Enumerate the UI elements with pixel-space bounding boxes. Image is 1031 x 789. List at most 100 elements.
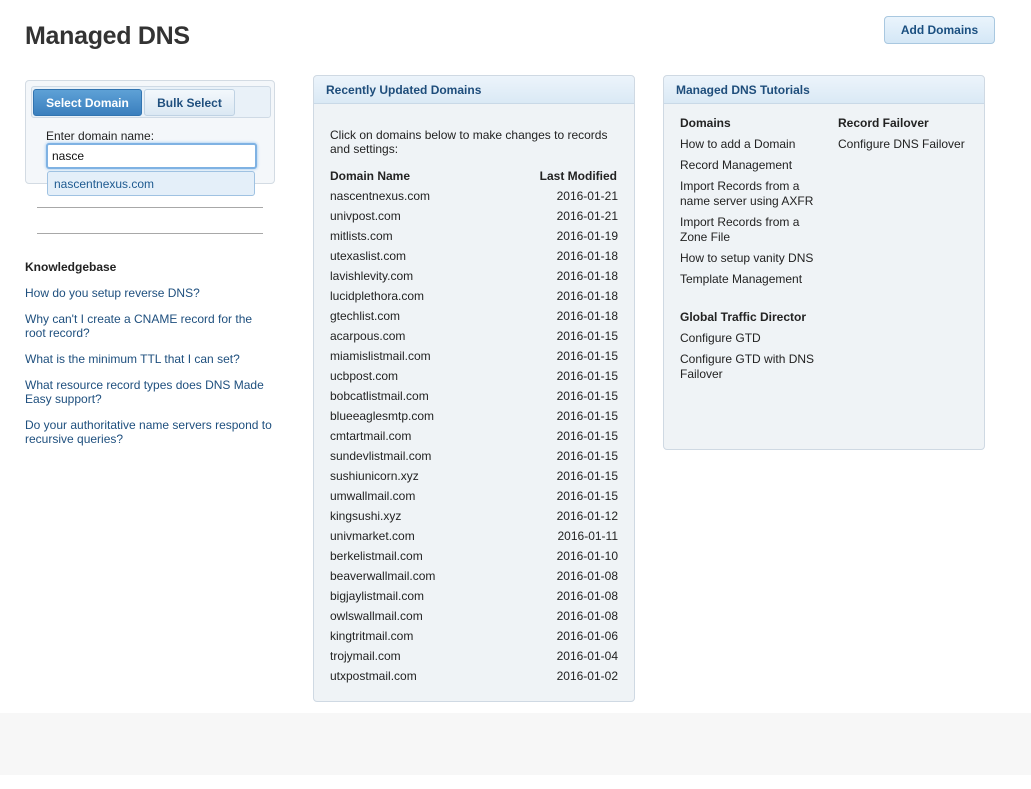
domain-row[interactable]: owlswallmail.com 2016-01-08 [330, 609, 618, 629]
tutorials-gtd-heading: Global Traffic Director [680, 310, 807, 324]
select-domain-panel: Select Domain Bulk Select Enter domain n… [25, 80, 275, 184]
domain-row[interactable]: trojymail.com 2016-01-04 [330, 649, 618, 669]
recently-updated-panel: Recently Updated Domains Click on domain… [313, 75, 635, 702]
last-modified-date: 2016-01-15 [556, 489, 618, 503]
domain-row[interactable]: utxpostmail.com 2016-01-02 [330, 669, 618, 689]
last-modified-date: 2016-01-08 [556, 609, 618, 623]
domain-link[interactable]: univmarket.com [330, 529, 415, 543]
domain-row[interactable]: sushiunicorn.xyz 2016-01-15 [330, 469, 618, 489]
domain-row[interactable]: kingsushi.xyz 2016-01-12 [330, 509, 618, 529]
domain-row[interactable]: nascentnexus.com 2016-01-21 [330, 189, 618, 209]
last-modified-date: 2016-01-15 [556, 449, 618, 463]
domain-link[interactable]: mitlists.com [330, 229, 393, 243]
kb-link-reverse-dns[interactable]: How do you setup reverse DNS? [25, 286, 280, 300]
tutorial-link[interactable]: Template Management [680, 272, 820, 287]
last-modified-date: 2016-01-15 [556, 409, 618, 423]
last-modified-date: 2016-01-15 [556, 389, 618, 403]
domain-row[interactable]: berkelistmail.com 2016-01-10 [330, 549, 618, 569]
domain-row[interactable]: beaverwallmail.com 2016-01-08 [330, 569, 618, 589]
last-modified-date: 2016-01-10 [556, 549, 618, 563]
domain-link[interactable]: miamislistmail.com [330, 349, 431, 363]
footer [0, 713, 1031, 775]
domain-link[interactable]: beaverwallmail.com [330, 569, 435, 583]
domain-link[interactable]: cmtartmail.com [330, 429, 411, 443]
domain-link[interactable]: gtechlist.com [330, 309, 400, 323]
domain-link[interactable]: sundevlistmail.com [330, 449, 431, 463]
domain-link[interactable]: kingtritmail.com [330, 629, 413, 643]
last-modified-date: 2016-01-19 [556, 229, 618, 243]
last-modified-date: 2016-01-04 [556, 649, 618, 663]
tutorial-link[interactable]: Configure DNS Failover [838, 137, 978, 152]
kb-link-minimum-ttl[interactable]: What is the minimum TTL that I can set? [25, 352, 280, 366]
last-modified-date: 2016-01-06 [556, 629, 618, 643]
tab-bulk-select[interactable]: Bulk Select [144, 89, 235, 116]
domain-row[interactable]: ucbpost.com 2016-01-15 [330, 369, 618, 389]
domain-row[interactable]: miamislistmail.com 2016-01-15 [330, 349, 618, 369]
domain-row[interactable]: gtechlist.com 2016-01-18 [330, 309, 618, 329]
domain-link[interactable]: nascentnexus.com [330, 189, 430, 203]
tutorials-failover-heading: Record Failover [838, 116, 929, 130]
tutorial-link[interactable]: Configure GTD with DNS Failover [680, 352, 820, 382]
domain-row[interactable]: acarpous.com 2016-01-15 [330, 329, 618, 349]
last-modified-date: 2016-01-08 [556, 589, 618, 603]
domain-link[interactable]: acarpous.com [330, 329, 405, 343]
last-modified-date: 2016-01-12 [556, 509, 618, 523]
domain-link[interactable]: ucbpost.com [330, 369, 398, 383]
domain-row[interactable]: kingtritmail.com 2016-01-06 [330, 629, 618, 649]
last-modified-date: 2016-01-15 [556, 469, 618, 483]
divider [37, 233, 263, 234]
domain-link[interactable]: blueeaglesmtp.com [330, 409, 434, 423]
tutorial-link[interactable]: How to setup vanity DNS [680, 251, 820, 266]
tab-select-domain[interactable]: Select Domain [33, 89, 142, 116]
domain-link[interactable]: kingsushi.xyz [330, 509, 401, 523]
tutorial-link[interactable]: Import Records from a name server using … [680, 179, 820, 209]
domain-row[interactable]: sundevlistmail.com 2016-01-15 [330, 449, 618, 469]
last-modified-date: 2016-01-18 [556, 249, 618, 263]
domain-link[interactable]: umwallmail.com [330, 489, 415, 503]
kb-link-record-types[interactable]: What resource record types does DNS Made… [25, 378, 275, 406]
column-last-modified: Last Modified [539, 169, 617, 183]
domain-row[interactable]: cmtartmail.com 2016-01-15 [330, 429, 618, 449]
recently-updated-intro: Click on domains below to make changes t… [330, 128, 608, 156]
domain-link[interactable]: sushiunicorn.xyz [330, 469, 419, 483]
tutorial-link[interactable]: Record Management [680, 158, 820, 173]
tutorials-panel: Managed DNS Tutorials Domains How to add… [663, 75, 985, 450]
domain-row[interactable]: utexaslist.com 2016-01-18 [330, 249, 618, 269]
domain-row[interactable]: umwallmail.com 2016-01-15 [330, 489, 618, 509]
domain-row[interactable]: lucidplethora.com 2016-01-18 [330, 289, 618, 309]
domain-link[interactable]: lucidplethora.com [330, 289, 424, 303]
domain-link[interactable]: owlswallmail.com [330, 609, 423, 623]
domain-row[interactable]: univmarket.com 2016-01-11 [330, 529, 618, 549]
tutorials-domains-column: Domains How to add a Domain Record Manag… [680, 116, 820, 388]
domain-row[interactable]: univpost.com 2016-01-21 [330, 209, 618, 229]
column-domain-name: Domain Name [330, 169, 411, 183]
add-domains-button[interactable]: Add Domains [884, 16, 995, 44]
recently-updated-title: Recently Updated Domains [314, 76, 634, 104]
domain-link[interactable]: univpost.com [330, 209, 401, 223]
autocomplete-suggestion[interactable]: nascentnexus.com [47, 171, 255, 196]
knowledgebase-title: Knowledgebase [25, 260, 117, 274]
domain-link[interactable]: lavishlevity.com [330, 269, 413, 283]
domain-row[interactable]: blueeaglesmtp.com 2016-01-15 [330, 409, 618, 429]
domain-link[interactable]: bobcatlistmail.com [330, 389, 429, 403]
domain-link[interactable]: trojymail.com [330, 649, 401, 663]
domain-row[interactable]: mitlists.com 2016-01-19 [330, 229, 618, 249]
last-modified-date: 2016-01-21 [556, 189, 618, 203]
domain-link[interactable]: bigjaylistmail.com [330, 589, 424, 603]
domain-link[interactable]: utxpostmail.com [330, 669, 417, 683]
last-modified-date: 2016-01-15 [556, 329, 618, 343]
domain-row[interactable]: bigjaylistmail.com 2016-01-08 [330, 589, 618, 609]
divider [37, 207, 263, 208]
domain-row[interactable]: lavishlevity.com 2016-01-18 [330, 269, 618, 289]
tutorial-link[interactable]: Import Records from a Zone File [680, 215, 820, 245]
last-modified-date: 2016-01-02 [556, 669, 618, 683]
domain-row[interactable]: bobcatlistmail.com 2016-01-15 [330, 389, 618, 409]
select-tabs: Select Domain Bulk Select [31, 86, 271, 118]
tutorial-link[interactable]: How to add a Domain [680, 137, 820, 152]
kb-link-recursive-queries[interactable]: Do your authoritative name servers respo… [25, 418, 280, 446]
domain-link[interactable]: utexaslist.com [330, 249, 406, 263]
tutorial-link[interactable]: Configure GTD [680, 331, 820, 346]
kb-link-cname-root[interactable]: Why can't I create a CNAME record for th… [25, 312, 265, 340]
domain-name-input[interactable] [46, 143, 257, 169]
domain-link[interactable]: berkelistmail.com [330, 549, 423, 563]
